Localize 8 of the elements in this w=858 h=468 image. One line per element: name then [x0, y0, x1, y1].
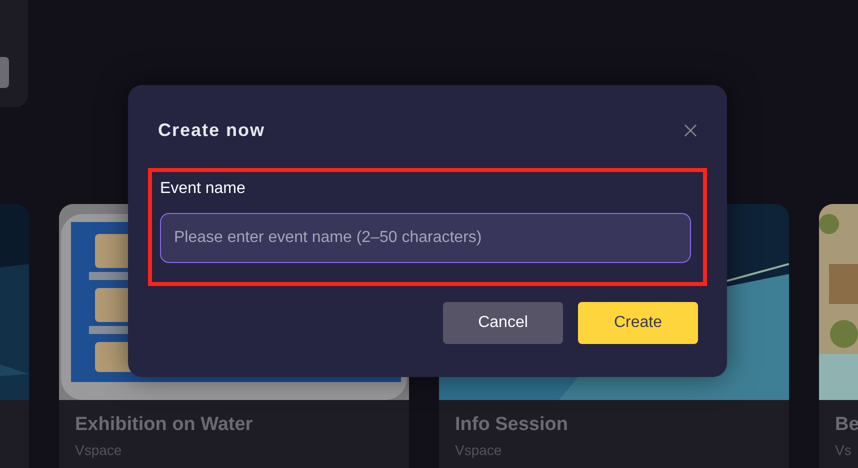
cancel-button[interactable]: Cancel [443, 302, 563, 344]
event-name-field[interactable]: Please enter event name (2–50 characters) [160, 213, 691, 263]
card-title: Info Session [455, 414, 569, 436]
dialog-title: Create now [158, 120, 266, 140]
close-icon[interactable] [684, 124, 697, 136]
card-title: Exhibition on Water [75, 414, 254, 436]
create-button[interactable]: Create [578, 302, 698, 344]
field-label: Event name [160, 180, 246, 198]
